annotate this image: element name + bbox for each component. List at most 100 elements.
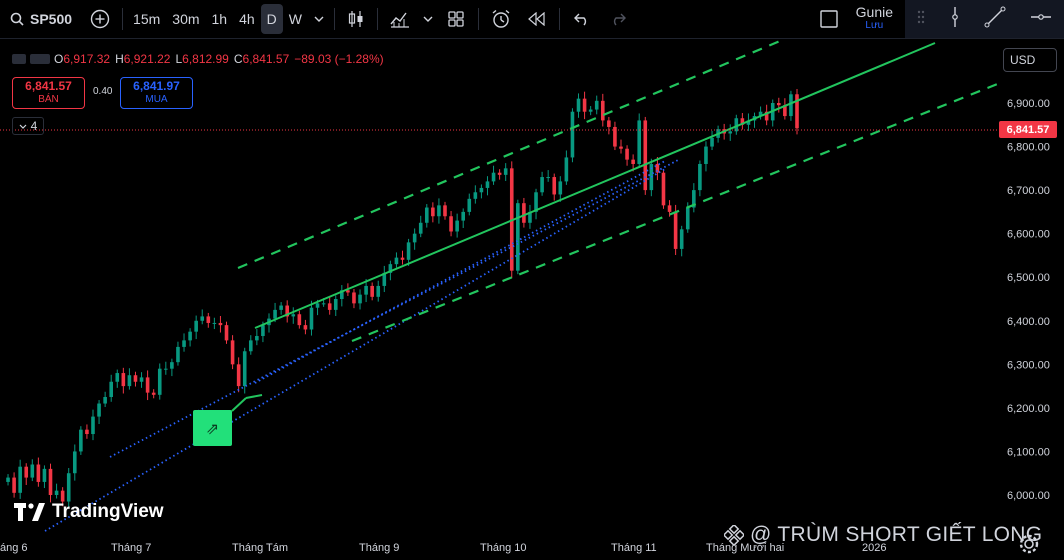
- candle-body[interactable]: [619, 146, 623, 149]
- candle-body[interactable]: [789, 94, 793, 117]
- candle-body[interactable]: [467, 198, 472, 212]
- undo-button[interactable]: [564, 4, 600, 34]
- candle-body[interactable]: [491, 172, 496, 182]
- candle-body[interactable]: [473, 192, 478, 199]
- candle-body[interactable]: [503, 168, 508, 175]
- candle-body[interactable]: [570, 111, 575, 158]
- timeframe-15m[interactable]: 15m: [127, 4, 166, 34]
- timeframe-1h[interactable]: 1h: [206, 4, 234, 34]
- candle-body[interactable]: [698, 163, 702, 191]
- candle-body[interactable]: [273, 309, 277, 319]
- candle-body[interactable]: [431, 207, 435, 217]
- candle-body[interactable]: [60, 490, 65, 502]
- candle-body[interactable]: [485, 181, 490, 188]
- candle-body[interactable]: [370, 285, 374, 297]
- candle-body[interactable]: [394, 257, 399, 265]
- candle-body[interactable]: [176, 346, 180, 363]
- legend-toggle[interactable]: [12, 54, 26, 64]
- candle-body[interactable]: [66, 473, 71, 502]
- candle-body[interactable]: [625, 148, 629, 160]
- candle-body[interactable]: [667, 205, 672, 212]
- price-axis[interactable]: 6,900.00 6,800.00 6,700.00 6,600.00 6,500.00…: [1007, 98, 1050, 502]
- candle-body[interactable]: [449, 216, 453, 232]
- candle-body[interactable]: [582, 98, 587, 112]
- timeframe-4h[interactable]: 4h: [233, 4, 261, 34]
- candle-body[interactable]: [321, 303, 326, 305]
- quantity-toggle[interactable]: 4: [12, 117, 44, 135]
- legend-settings-icon[interactable]: [30, 54, 50, 64]
- candle-body[interactable]: [18, 466, 22, 493]
- candle-body[interactable]: [564, 157, 569, 182]
- tradingview-logo[interactable]: TradingView: [14, 501, 164, 523]
- candle-body[interactable]: [679, 229, 684, 249]
- candle-body[interactable]: [218, 322, 223, 326]
- timeframe-dropdown[interactable]: [308, 4, 330, 34]
- candle-body[interactable]: [6, 477, 10, 482]
- candle-body[interactable]: [127, 375, 132, 387]
- candle-body[interactable]: [212, 322, 217, 324]
- candle-body[interactable]: [424, 207, 429, 223]
- candle-body[interactable]: [418, 222, 423, 234]
- candle-body[interactable]: [461, 211, 466, 221]
- candle-body[interactable]: [170, 362, 174, 369]
- candle-body[interactable]: [607, 120, 611, 127]
- indicators-button[interactable]: [382, 4, 418, 34]
- candle-body[interactable]: [558, 181, 563, 195]
- candle-body[interactable]: [588, 109, 593, 112]
- candle-body[interactable]: [30, 464, 35, 478]
- candle-body[interactable]: [139, 377, 144, 382]
- timeframe-30m[interactable]: 30m: [166, 4, 205, 34]
- candle-body[interactable]: [12, 477, 16, 493]
- alert-button[interactable]: [483, 4, 519, 34]
- candle-body[interactable]: [188, 331, 192, 341]
- layout-button[interactable]: [438, 4, 474, 34]
- candle-body[interactable]: [151, 392, 156, 395]
- candle-body[interactable]: [552, 177, 557, 195]
- candle-body[interactable]: [297, 314, 302, 326]
- candle-body[interactable]: [206, 316, 211, 323]
- candle-body[interactable]: [164, 368, 168, 370]
- vertical-line-tool-icon[interactable]: [949, 6, 961, 33]
- candle-body[interactable]: [121, 373, 126, 387]
- symbol-search[interactable]: SP500: [0, 4, 82, 34]
- dotted-trend-line-2[interactable]: [44, 168, 666, 532]
- layout-name-button[interactable]: Gunie Lưu: [844, 4, 905, 34]
- channel-middle-line[interactable]: [254, 42, 936, 329]
- fullscreen-button[interactable]: [814, 4, 844, 34]
- candle-body[interactable]: [79, 429, 83, 452]
- candle-body[interactable]: [36, 464, 41, 482]
- candle-body[interactable]: [157, 368, 162, 395]
- chart-type-button[interactable]: [339, 4, 373, 34]
- candle-body[interactable]: [72, 451, 77, 474]
- candle-body[interactable]: [303, 325, 308, 330]
- candle-body[interactable]: [613, 126, 617, 147]
- dotted-trend-line-3[interactable]: [254, 160, 666, 384]
- candle-body[interactable]: [546, 177, 550, 179]
- candle-body[interactable]: [576, 98, 581, 112]
- candle-body[interactable]: [497, 172, 502, 175]
- candle-body[interactable]: [400, 257, 405, 260]
- candle-body[interactable]: [437, 205, 441, 217]
- chart-pane[interactable]: ⇗ 6,900.00 6,800.00 6,700.00 6,600.00 6,500.…: [0, 38, 1064, 560]
- candle-body[interactable]: [776, 103, 781, 106]
- timeframe-d[interactable]: D: [260, 4, 283, 34]
- candle-body[interactable]: [230, 340, 235, 365]
- candle-body[interactable]: [200, 316, 205, 321]
- price-chart[interactable]: ⇗ 6,900.00 6,800.00 6,700.00 6,600.00 6,500.…: [0, 39, 1064, 560]
- timeframe-w[interactable]: W: [283, 4, 308, 34]
- candle-body[interactable]: [522, 203, 526, 223]
- candle-body[interactable]: [145, 377, 150, 393]
- candle-body[interactable]: [85, 429, 89, 435]
- candle-body[interactable]: [309, 307, 314, 330]
- candle-body[interactable]: [364, 285, 368, 295]
- candle-body[interactable]: [248, 340, 253, 352]
- candle-body[interactable]: [631, 159, 635, 164]
- candle-body[interactable]: [455, 220, 459, 232]
- candle-body[interactable]: [255, 336, 259, 341]
- candle-body[interactable]: [42, 468, 47, 482]
- channel-upper-line[interactable]: [237, 39, 781, 270]
- candle-body[interactable]: [291, 314, 296, 317]
- candle-body[interactable]: [704, 146, 708, 164]
- candle-body[interactable]: [279, 305, 283, 310]
- gear-icon[interactable]: [1018, 533, 1040, 560]
